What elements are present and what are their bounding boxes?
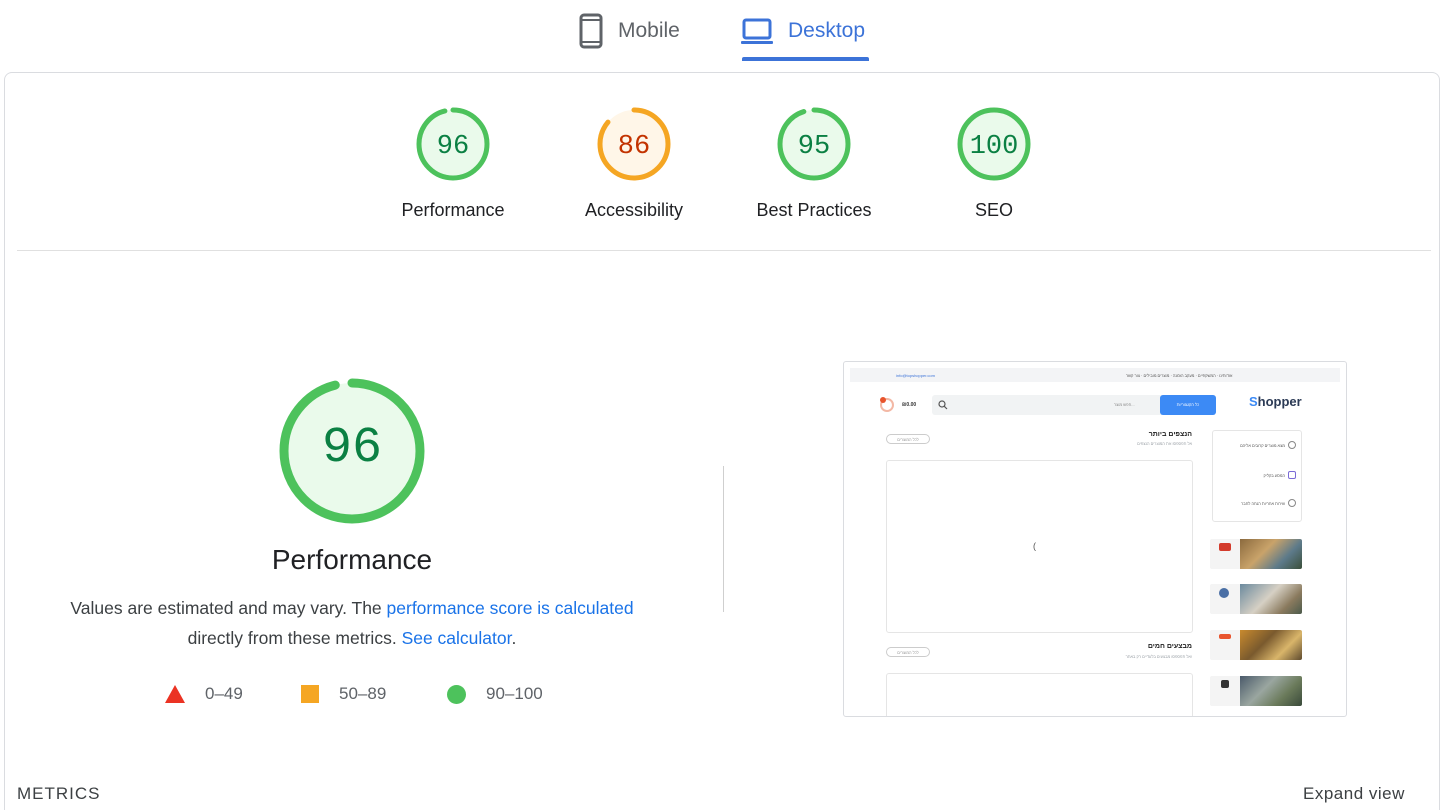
- thumb-side-item-label: שירות אחריות הנחה לחבר: [1241, 501, 1285, 506]
- thumb-store-logo: [1210, 630, 1240, 660]
- thumb-store-image: [1240, 584, 1302, 614]
- thumb-store-logo: [1210, 584, 1240, 614]
- thumb-store-logo: [1210, 539, 1240, 569]
- search-icon: [1288, 441, 1296, 449]
- thumb-store-banner: [1210, 539, 1302, 569]
- thumb-side-item: המסע בקליק: [1217, 471, 1299, 479]
- thumb-pill-2: לכל המוצרים: [886, 647, 930, 657]
- thumb-store-banner: [1210, 584, 1302, 614]
- metrics-heading: METRICS: [17, 784, 101, 803]
- desc-text-2: directly from these metrics.: [187, 628, 402, 648]
- circle-icon: [447, 684, 466, 704]
- thumb-search-icon: [938, 400, 948, 410]
- thumb-topbar: info@topshopper.com אודותינו · המשקפיים …: [850, 368, 1340, 382]
- gauge-best-practices[interactable]: 95 Best Practices: [744, 106, 884, 221]
- thumb-side-item-label: המסע בקליק: [1263, 473, 1285, 478]
- desc-text-1: Values are estimated and may vary. The: [70, 598, 387, 618]
- tab-mobile-label: Mobile: [618, 19, 680, 42]
- legend-average-label: 50–89: [339, 684, 387, 703]
- tab-desktop-label: Desktop: [788, 19, 866, 42]
- thumb-store-logo: [1210, 676, 1240, 706]
- performance-score-link[interactable]: performance score is calculated: [387, 598, 634, 618]
- active-tab-indicator: [742, 57, 869, 61]
- thumb-product-box-2: [886, 673, 1193, 716]
- thumb-search-button: כל הקטגוריות: [1160, 395, 1216, 415]
- store-logo-mark: [1219, 634, 1231, 639]
- legend-fail-label: 0–49: [205, 684, 243, 703]
- thumb-section1-sub: אל תפספסו את המוצרים הנצפים: [1137, 441, 1192, 446]
- thumb-side-item: מצא מוצרים קרובים אליהם: [1217, 441, 1299, 449]
- store-logo-mark: [1219, 543, 1231, 551]
- phone-icon: [579, 13, 603, 49]
- final-screenshot-thumbnail[interactable]: info@topshopper.com אודותינו · המשקפיים …: [843, 361, 1347, 717]
- thumb-section2-title: מבצעים חמים: [1147, 643, 1192, 650]
- thumb-section1-title: הנצפים ביותר: [1148, 431, 1192, 438]
- store-logo-mark: [1221, 680, 1229, 688]
- thumb-logo-rest: hopper: [1257, 394, 1302, 409]
- tab-desktop[interactable]: Desktop: [740, 0, 875, 62]
- thumb-store-banner: [1210, 630, 1302, 660]
- laptop-icon: [741, 18, 773, 44]
- square-icon: [301, 685, 319, 703]
- device-tabs: Mobile Desktop: [0, 0, 1441, 62]
- triangle-icon: [165, 685, 185, 703]
- gauge-seo-label: SEO: [974, 200, 1013, 220]
- gauge-performance[interactable]: 96 Performance: [383, 106, 523, 221]
- thumb-spinner-icon: (: [1033, 541, 1036, 551]
- thumb-side-item-label: מצא מוצרים קרובים אליהם: [1240, 443, 1285, 448]
- gauge-performance-score: 96: [436, 132, 470, 162]
- thumb-logo-s: S: [1249, 394, 1258, 409]
- legend-average: 50–89: [301, 682, 386, 706]
- legend-pass: 90–100: [447, 682, 543, 706]
- thumb-search-placeholder: חפש מוצר...: [1114, 402, 1135, 407]
- thumb-product-box-1: [886, 460, 1193, 633]
- legend-pass-label: 90–100: [486, 684, 543, 703]
- thumb-store-image: [1240, 676, 1302, 706]
- thumb-email: info@topshopper.com: [896, 373, 935, 378]
- performance-large-score: 96: [321, 420, 382, 477]
- thumb-pill-1: לכל המוצרים: [886, 434, 930, 444]
- section-divider: [17, 250, 1431, 251]
- store-logo-mark: [1219, 588, 1229, 598]
- thumb-store-banner: [1210, 676, 1302, 706]
- desc-text-3: .: [511, 628, 517, 648]
- performance-description: Values are estimated and may vary. The p…: [40, 593, 664, 653]
- gauge-seo[interactable]: 100 SEO: [924, 106, 1064, 221]
- performance-title: Performance: [271, 544, 433, 575]
- gauge-performance-label: Performance: [401, 200, 505, 220]
- gauge-accessibility-score: 86: [617, 132, 651, 162]
- gauge-best-practices-score: 95: [797, 132, 831, 162]
- thumb-cart-badge: [880, 397, 886, 403]
- thumb-logo: Shopper: [1249, 394, 1302, 409]
- thumb-store-image: [1240, 539, 1302, 569]
- thumb-side-menu: מצא מוצרים קרובים אליהם המסע בקליק שירות…: [1212, 430, 1302, 522]
- see-calculator-link[interactable]: See calculator: [402, 628, 512, 648]
- gauge-accessibility[interactable]: 86 Accessibility: [564, 106, 704, 221]
- dollar-icon: [1288, 499, 1296, 507]
- gauge-seo-score: 100: [969, 132, 1019, 162]
- thumb-side-item: שירות אחריות הנחה לחבר: [1217, 499, 1299, 507]
- thumb-price: ₪0.00: [902, 402, 917, 408]
- delivery-icon: [1288, 471, 1296, 479]
- thumb-section2-sub: אל תפספסו מבצעים בלעדיים רק באתר!: [1125, 654, 1192, 659]
- gauge-accessibility-label: Accessibility: [584, 200, 684, 220]
- legend-fail: 0–49: [165, 682, 243, 706]
- thumb-store-image: [1240, 630, 1302, 660]
- vertical-separator: [723, 466, 724, 612]
- gauge-best-practices-label: Best Practices: [756, 200, 872, 220]
- thumb-nav: אודותינו · המשקפיים · מעקב הזמנה · מוצרי…: [1126, 373, 1233, 378]
- expand-view-button[interactable]: Expand view: [1303, 784, 1405, 804]
- tab-mobile[interactable]: Mobile: [578, 0, 698, 62]
